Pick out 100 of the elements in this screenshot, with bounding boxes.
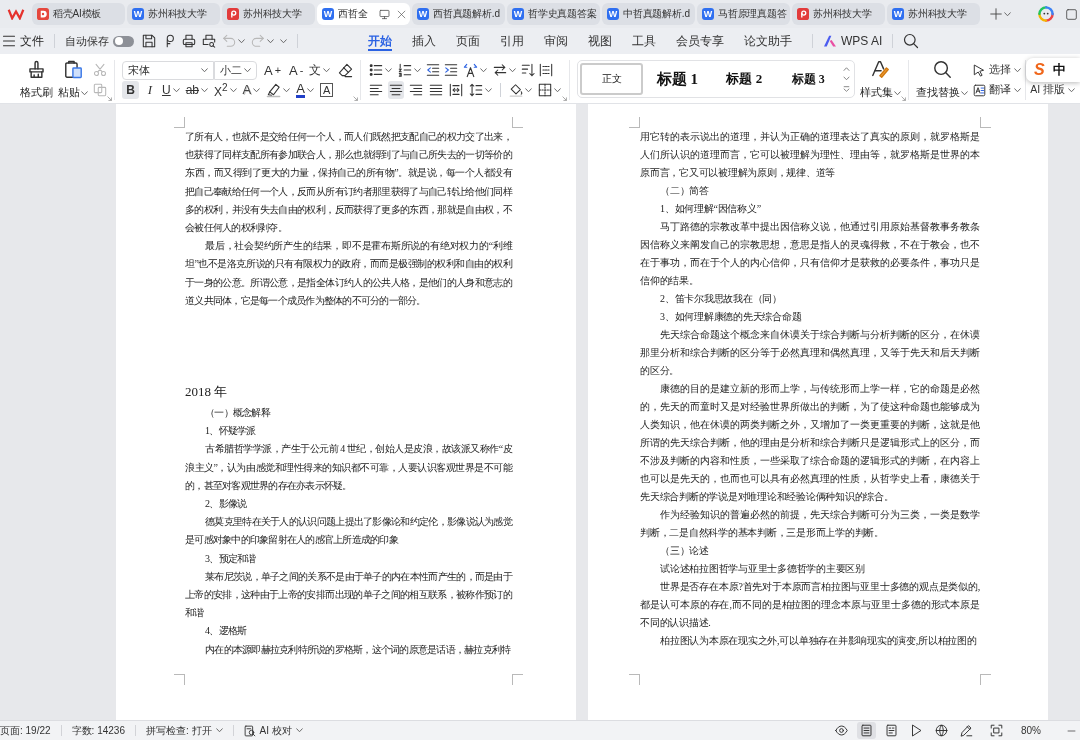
- save-icon[interactable]: [142, 34, 156, 48]
- strikethrough-button[interactable]: ab: [184, 81, 210, 99]
- ring-face-icon[interactable]: [1038, 6, 1054, 22]
- align-button[interactable]: [448, 81, 465, 99]
- view-mode-button[interactable]: [857, 722, 876, 739]
- view-mode-button[interactable]: [832, 722, 851, 739]
- underline-button[interactable]: U: [161, 81, 181, 99]
- columns-icon[interactable]: [539, 63, 554, 77]
- document-tab[interactable]: 稻壳AI模板: [32, 3, 125, 25]
- print-preview-icon[interactable]: [202, 34, 216, 48]
- new-tab-icon[interactable]: [990, 8, 1002, 20]
- style-set-button[interactable]: 样式集: [860, 60, 902, 100]
- font-family-field[interactable]: 宋体: [122, 60, 214, 80]
- fit-screen-icon[interactable]: [990, 724, 1003, 737]
- ai-assistant-button[interactable]: WPS AI: [823, 34, 883, 48]
- document-tab[interactable]: W 西哲真题解析.d: [412, 3, 505, 25]
- ribbon-tab[interactable]: 会员专享: [676, 31, 724, 51]
- caret-icon: [229, 87, 237, 93]
- caret-icon: [894, 90, 902, 96]
- align-button[interactable]: [388, 81, 405, 99]
- style-option[interactable]: 标题 2: [711, 63, 778, 95]
- caret-icon: [323, 67, 331, 73]
- corner-mark-icon: [980, 117, 991, 128]
- paragraph-text: 先天综合命题这个概念来自休谟关于综合判断与分析判断的区分，在休谟那里分析和综合判断的区分等于必然真理和偶然真理，又等于先天和后天判断的区分。: [640, 328, 980, 378]
- caret-icon: [1014, 87, 1022, 93]
- select-button[interactable]: 选择: [973, 63, 1022, 77]
- more-icon[interactable]: [843, 85, 851, 92]
- document-tab[interactable]: W 苏州科技大学: [127, 3, 220, 25]
- file-menu-button[interactable]: 文件: [0, 33, 44, 49]
- zoom-level[interactable]: 80%: [1021, 725, 1041, 736]
- align-right-icon: [409, 83, 424, 97]
- document-tab[interactable]: W 苏州科技大学: [887, 3, 980, 25]
- spell-check-button[interactable]: 拼写检查: 打开: [145, 723, 223, 738]
- monitor-icon[interactable]: [379, 8, 390, 20]
- justify-icon: [429, 83, 444, 97]
- bold-button[interactable]: B: [122, 81, 139, 99]
- ribbon-tab[interactable]: 工具: [632, 31, 656, 51]
- superscript-button[interactable]: X$^{2}$: [213, 81, 238, 99]
- sort-icon[interactable]: [521, 63, 536, 77]
- caret-icon: [244, 67, 251, 73]
- line-spacing-icon: [469, 83, 484, 97]
- caret-icon: [1014, 67, 1022, 73]
- ribbon-tab[interactable]: 页面: [456, 31, 480, 51]
- template-app-icon: [37, 8, 49, 20]
- ribbon-tab[interactable]: 引用: [500, 31, 524, 51]
- document-tab[interactable]: W 西哲全: [317, 3, 410, 25]
- font-color-button[interactable]: A: [295, 81, 315, 99]
- italic-button[interactable]: I: [143, 81, 157, 99]
- corner-mark-icon: [512, 674, 523, 685]
- style-option[interactable]: 标题 3: [777, 63, 840, 95]
- bullet-list-button[interactable]: [368, 61, 394, 79]
- document-search-icon: [243, 724, 256, 737]
- input-mode-toggle[interactable]: 中: [1052, 61, 1066, 79]
- scroll-down-icon[interactable]: [843, 76, 851, 81]
- document-tab[interactable]: 苏州科技大学: [222, 3, 315, 25]
- swap-button[interactable]: [492, 61, 518, 79]
- autosave-toggle[interactable]: [113, 35, 134, 47]
- ribbon-tab[interactable]: 审阅: [544, 31, 568, 51]
- format-painter-button[interactable]: 格式刷: [20, 60, 53, 100]
- paragraph-text: 内在的本源即赫拉克利特所说的罗格斯，这个词的原意是话语，赫拉克利特: [204, 642, 512, 657]
- character-border-button[interactable]: A: [318, 81, 335, 99]
- printer-icon[interactable]: [182, 34, 196, 48]
- logo-icon[interactable]: [7, 8, 25, 20]
- eraser-icon[interactable]: [338, 62, 354, 78]
- close-icon[interactable]: [397, 9, 406, 19]
- ai-layout-button[interactable]: AI 排版: [1030, 83, 1076, 97]
- caret-icon: [253, 87, 261, 93]
- caret-icon[interactable]: [1004, 11, 1011, 17]
- paragraph-text: 3、预定和谐: [204, 551, 257, 566]
- style-option[interactable]: 标题 1: [643, 63, 712, 95]
- ribbon-tab[interactable]: 插入: [412, 31, 436, 51]
- document-tab[interactable]: W 中哲真题解析.d: [602, 3, 695, 25]
- numbered-list-button[interactable]: [397, 61, 423, 79]
- outdent-icon[interactable]: [426, 63, 441, 77]
- find-replace-button[interactable]: 查找替换: [916, 60, 969, 100]
- phonetic-guide-button[interactable]: 文: [308, 61, 332, 79]
- translate-button[interactable]: 翻译: [973, 83, 1022, 97]
- shading-button[interactable]: [508, 81, 534, 99]
- brush-icon: [27, 60, 46, 79]
- paste-button[interactable]: 粘贴: [57, 60, 89, 100]
- ribbon-tab[interactable]: 论文助手: [744, 31, 792, 51]
- text-effect-button[interactable]: A: [241, 81, 262, 99]
- highlight-button[interactable]: [265, 81, 292, 99]
- line-spacing-button[interactable]: [468, 81, 494, 99]
- ribbon-tab[interactable]: 开始: [368, 31, 392, 51]
- maximize-icon[interactable]: [1066, 8, 1077, 20]
- search-icon[interactable]: [903, 33, 920, 49]
- style-option[interactable]: 正文: [580, 63, 644, 95]
- font-size-field[interactable]: 小二: [214, 60, 257, 80]
- document-tab[interactable]: W 哲学史真题答案: [507, 3, 600, 25]
- numbered-list-icon: [398, 63, 413, 77]
- paragraph-text: 试论述柏拉图哲学与亚里士多德哲学的主要区别: [659, 562, 866, 576]
- corner-mark-icon: [980, 674, 991, 685]
- text-direction-button[interactable]: [462, 61, 489, 79]
- border-button[interactable]: [537, 81, 563, 99]
- indent-icon[interactable]: [444, 63, 459, 77]
- ai-proofread-button[interactable]: AI 校对: [243, 723, 303, 738]
- document-tab[interactable]: W 马哲原理真题答: [697, 3, 790, 25]
- ribbon-tab[interactable]: 视图: [588, 31, 612, 51]
- document-tab[interactable]: 苏州科技大学: [792, 3, 885, 25]
